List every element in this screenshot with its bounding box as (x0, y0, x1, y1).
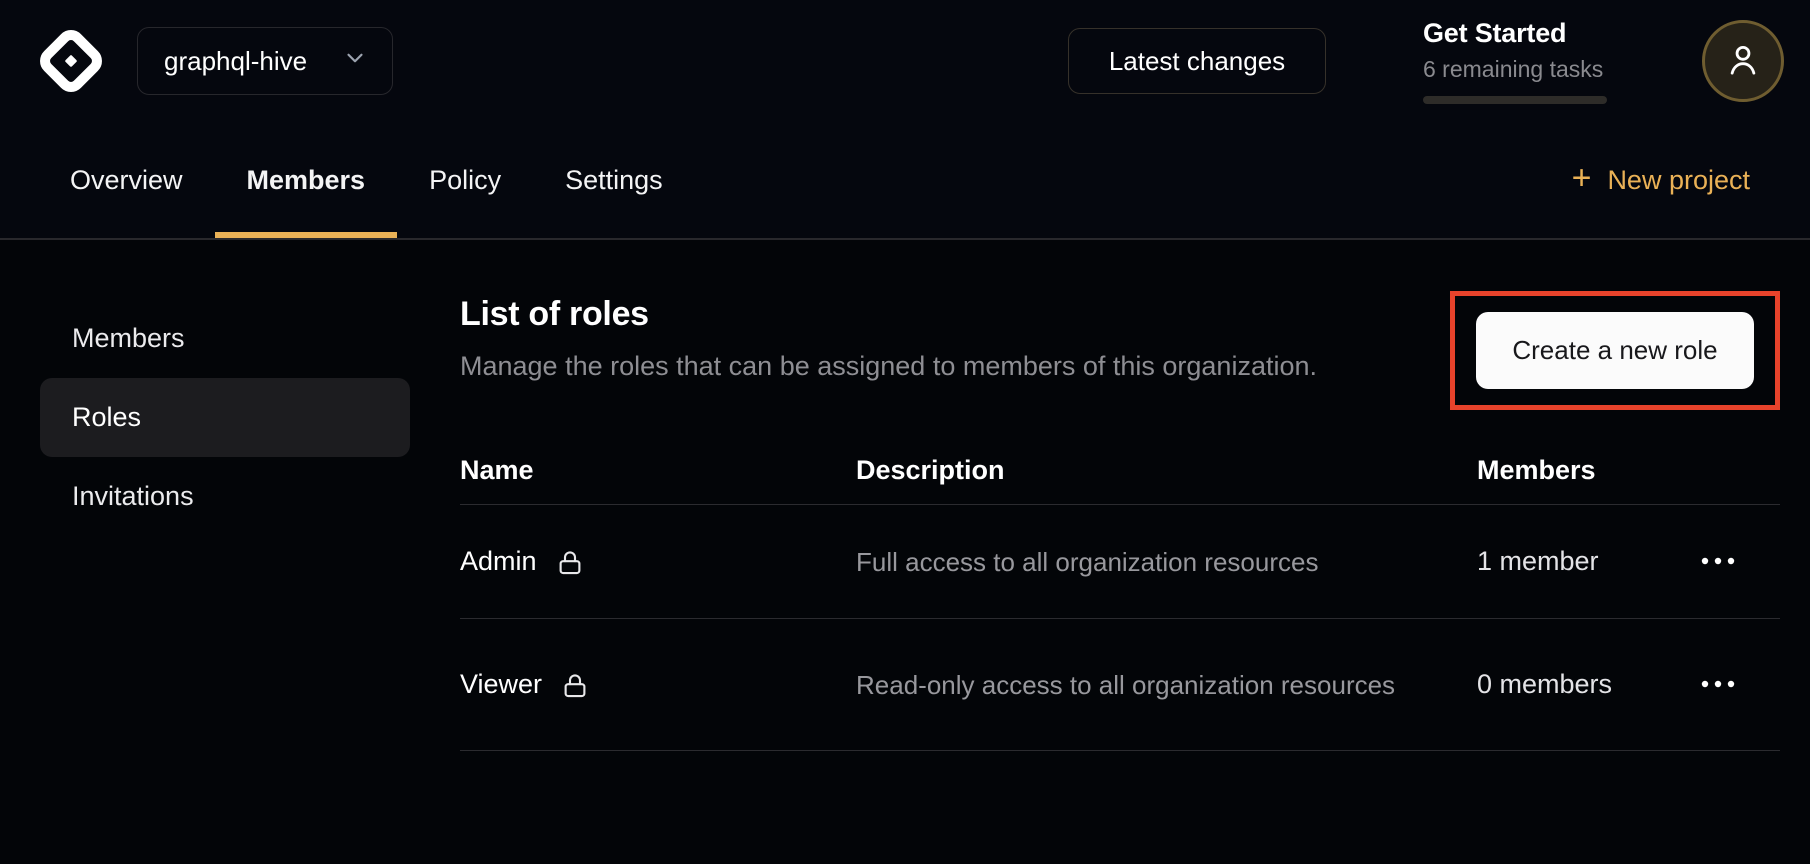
user-icon (1722, 39, 1764, 84)
content-area: Members Roles Invitations List of roles … (0, 240, 1810, 864)
members-sidebar: Members Roles Invitations (0, 240, 410, 864)
role-name: Admin (460, 546, 537, 577)
table-header-row: Name Description Members (460, 436, 1780, 505)
new-project-button[interactable]: + New project (1572, 122, 1750, 238)
page-subtitle: Manage the roles that can be assigned to… (460, 351, 1317, 382)
ellipsis-icon (1700, 677, 1737, 692)
annotation-highlight-box: Create a new role (1450, 291, 1780, 410)
row-menu-button[interactable] (1700, 546, 1780, 577)
role-name: Viewer (460, 669, 542, 700)
top-header: graphql-hive Latest changes Get Started … (0, 0, 1810, 122)
org-selector[interactable]: graphql-hive (137, 27, 393, 95)
progress-bar (1423, 96, 1607, 104)
avatar[interactable] (1702, 20, 1784, 102)
tab-settings[interactable]: Settings (533, 122, 695, 238)
hive-logo-icon (36, 26, 106, 96)
column-header-description: Description (856, 455, 1477, 486)
role-name-cell: Viewer (460, 669, 856, 700)
app-root: graphql-hive Latest changes Get Started … (0, 0, 1810, 864)
new-project-label: New project (1607, 165, 1750, 196)
header-right: Latest changes Get Started 6 remaining t… (1068, 18, 1784, 104)
get-started-widget[interactable]: Get Started 6 remaining tasks (1423, 18, 1607, 104)
roles-table: Name Description Members Admin (460, 436, 1780, 751)
roles-header: List of roles Manage the roles that can … (460, 240, 1780, 410)
lock-icon (560, 671, 590, 701)
role-members-count: 0 members (1477, 669, 1700, 700)
sidebar-item-roles[interactable]: Roles (40, 378, 410, 457)
get-started-subtitle: 6 remaining tasks (1423, 56, 1607, 83)
column-header-members: Members (1477, 455, 1700, 486)
sidebar-item-invitations[interactable]: Invitations (40, 457, 410, 536)
role-description: Full access to all organization resource… (856, 525, 1396, 599)
ellipsis-icon (1700, 554, 1737, 569)
table-row-admin: Admin Full access to all organization re… (460, 505, 1780, 619)
org-name: graphql-hive (164, 46, 307, 77)
create-new-role-button[interactable]: Create a new role (1476, 312, 1754, 389)
tab-bar: Overview Members Policy Settings + New p… (0, 122, 1810, 240)
row-menu-button[interactable] (1700, 669, 1780, 700)
lock-icon (555, 548, 585, 578)
role-members-count: 1 member (1477, 546, 1700, 577)
tab-policy[interactable]: Policy (397, 122, 533, 238)
get-started-title: Get Started (1423, 18, 1607, 49)
tab-overview[interactable]: Overview (38, 122, 215, 238)
table-row-viewer: Viewer Read-only access to all organizat… (460, 619, 1780, 751)
latest-changes-button[interactable]: Latest changes (1068, 28, 1326, 94)
sidebar-item-members[interactable]: Members (40, 299, 410, 378)
tab-members[interactable]: Members (215, 122, 398, 238)
roles-panel: List of roles Manage the roles that can … (460, 240, 1780, 864)
column-header-name: Name (460, 455, 856, 486)
plus-icon: + (1572, 161, 1592, 195)
page-title: List of roles (460, 295, 1317, 334)
roles-header-text: List of roles Manage the roles that can … (460, 295, 1317, 382)
role-name-cell: Admin (460, 546, 856, 577)
chevron-down-icon (342, 45, 368, 78)
role-description: Read-only access to all organization res… (856, 648, 1396, 722)
